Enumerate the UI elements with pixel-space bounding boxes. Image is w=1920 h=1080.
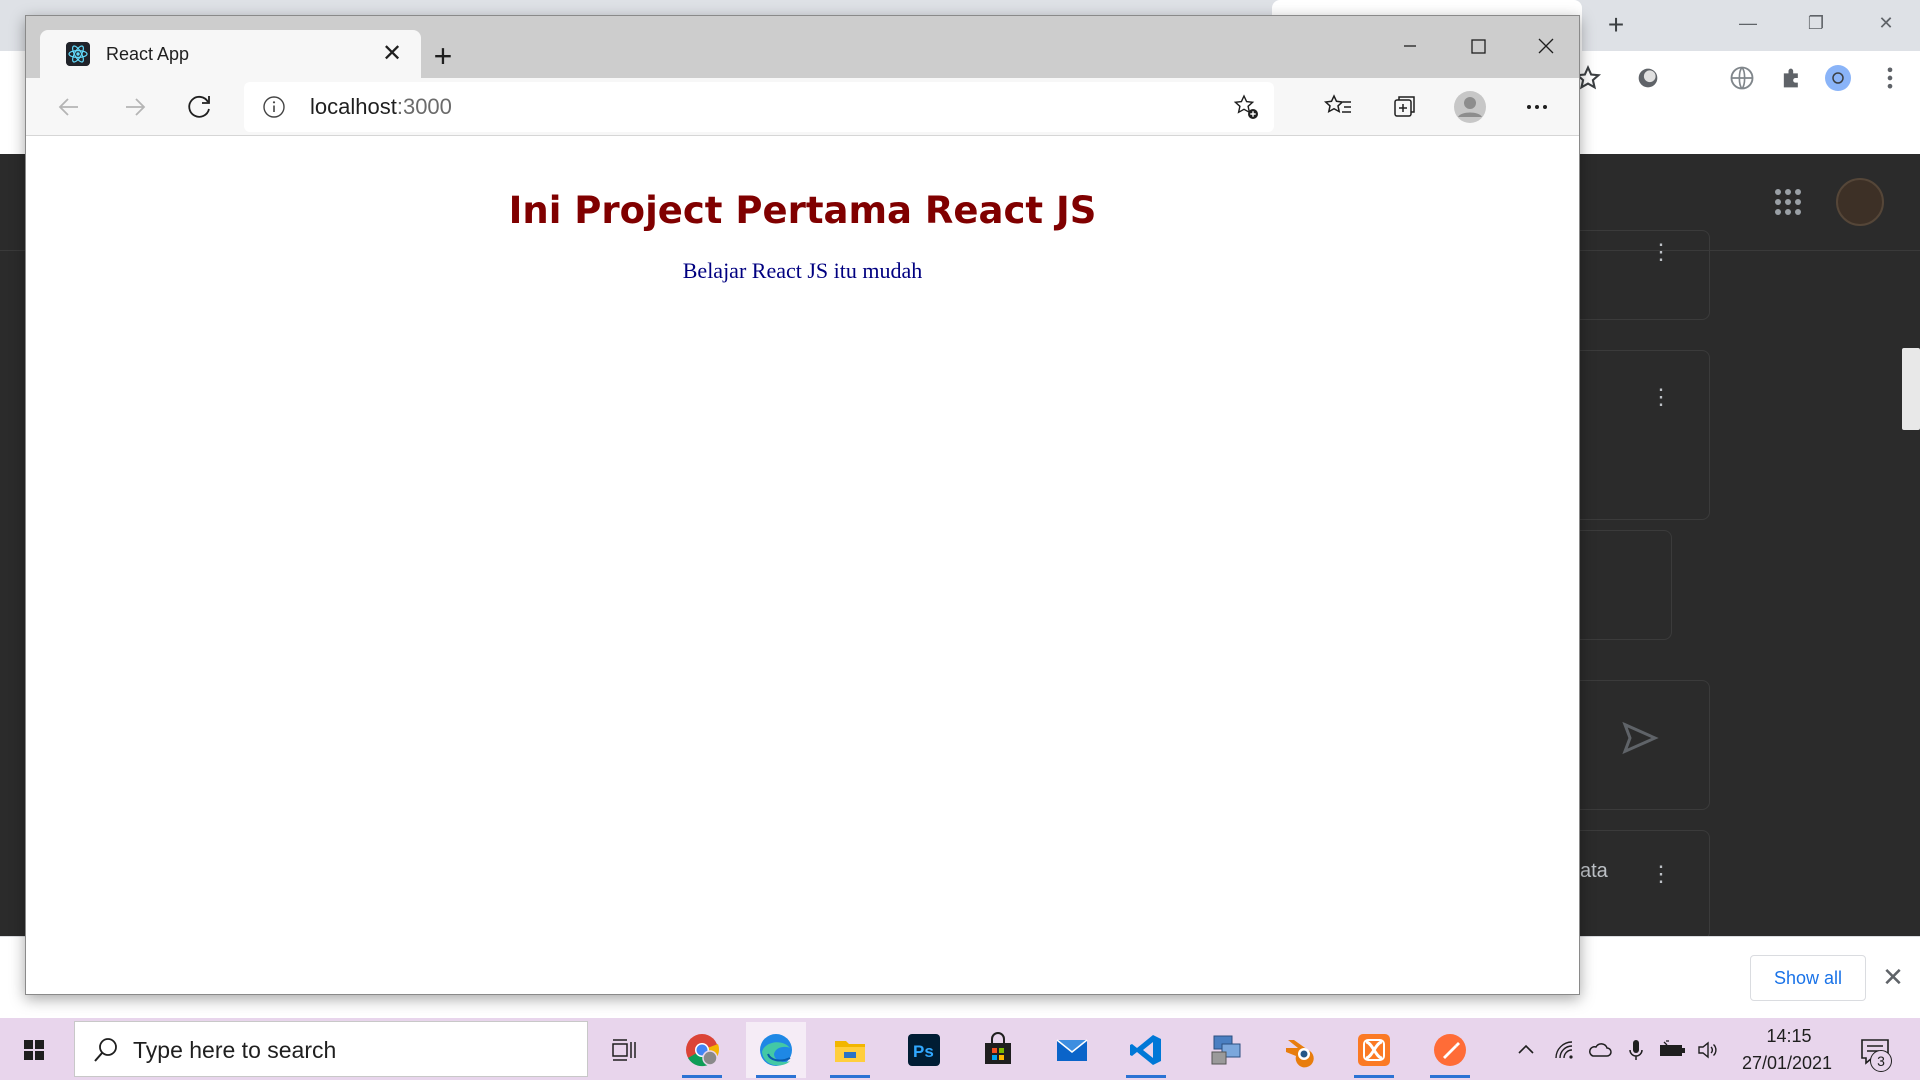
add-favorite-icon[interactable] [1232, 93, 1260, 121]
tab-title: React App [106, 44, 190, 64]
xampp-taskbar-button[interactable] [1344, 1022, 1404, 1078]
address-port: :3000 [396, 94, 452, 119]
clock-time[interactable]: 14:15 [1744, 1026, 1834, 1047]
notification-count-badge: 3 [1870, 1050, 1892, 1072]
edge-tab-react-app[interactable]: React App ✕ [40, 30, 421, 78]
address-bar[interactable]: localhost:3000 [244, 82, 1274, 132]
page-paragraph: Belajar React JS itu mudah [682, 258, 923, 283]
background-restore-icon[interactable]: ❐ [1796, 8, 1836, 38]
running-indicator [756, 1075, 796, 1078]
background-extension-circle-icon[interactable] [1634, 64, 1662, 92]
edge-taskbar-button[interactable] [746, 1022, 806, 1078]
wifi-icon[interactable] [1552, 1038, 1576, 1062]
maximize-icon[interactable] [1452, 24, 1504, 62]
more-options-icon[interactable] [1516, 86, 1558, 128]
background-scrollbar[interactable] [1902, 348, 1920, 430]
taskbar-search-box[interactable]: Type here to search [74, 1021, 588, 1077]
xampp-icon [1358, 1034, 1390, 1066]
background-new-tab-icon[interactable]: + [1602, 11, 1630, 40]
background-send-icon[interactable] [1620, 718, 1660, 758]
back-arrow-icon[interactable] [48, 86, 90, 128]
postman-icon [1434, 1034, 1466, 1066]
background-card [1560, 830, 1710, 940]
running-indicator [1126, 1075, 1166, 1078]
site-info-icon[interactable] [262, 95, 286, 119]
background-minimize-icon[interactable]: — [1728, 8, 1768, 38]
profile-avatar-icon[interactable] [1449, 86, 1491, 128]
blender-icon [1286, 1040, 1314, 1068]
photoshop-icon: Ps [908, 1034, 940, 1066]
background-card [1560, 350, 1710, 520]
edge-toolbar: localhost:3000 [26, 78, 1579, 136]
network-tool-taskbar-button[interactable] [1196, 1022, 1256, 1078]
edge-icon [760, 1034, 792, 1066]
favorites-icon[interactable] [1317, 86, 1359, 128]
background-avatar[interactable] [1836, 178, 1884, 226]
running-indicator [830, 1075, 870, 1078]
tab-close-icon[interactable]: ✕ [378, 40, 406, 68]
refresh-icon[interactable] [179, 86, 221, 128]
vscode-icon [1130, 1035, 1161, 1065]
background-kebab-icon[interactable]: ⋮ [1650, 241, 1672, 272]
clock-date[interactable]: 27/01/2021 [1732, 1053, 1842, 1074]
onedrive-icon[interactable] [1588, 1038, 1612, 1062]
background-menu-icon[interactable] [1876, 64, 1904, 92]
microsoft-store-taskbar-button[interactable] [968, 1022, 1028, 1078]
search-placeholder: Type here to search [133, 1037, 337, 1063]
battery-icon[interactable] [1658, 1038, 1686, 1062]
chrome-taskbar-button[interactable] [672, 1022, 732, 1078]
react-logo-icon [66, 42, 90, 66]
minimize-icon[interactable] [1384, 24, 1436, 62]
background-globe-icon[interactable] [1728, 64, 1756, 92]
background-close-icon[interactable]: ✕ [1866, 8, 1906, 38]
show-hidden-icons-chevron-icon[interactable] [1514, 1038, 1538, 1062]
download-shelf-close-icon[interactable]: ✕ [1880, 962, 1906, 992]
background-kebab-icon[interactable]: ⋮ [1650, 386, 1672, 417]
file-explorer-icon [835, 1041, 865, 1062]
postman-taskbar-button[interactable] [1420, 1022, 1480, 1078]
address-url[interactable]: localhost:3000 [310, 94, 452, 120]
mail-icon [1056, 1039, 1088, 1061]
svg-text:Ps: Ps [913, 1042, 934, 1061]
mail-taskbar-button[interactable] [1042, 1022, 1102, 1078]
running-indicator [682, 1075, 722, 1078]
file-explorer-taskbar-button[interactable] [820, 1022, 880, 1078]
edge-tab-strip: React App ✕ + [26, 16, 1579, 78]
vscode-taskbar-button[interactable] [1116, 1022, 1176, 1078]
windows-taskbar: Type here to search Ps 14:15 27/01/2021 … [0, 1018, 1920, 1080]
address-host: localhost [310, 94, 397, 119]
window-close-icon[interactable] [1520, 24, 1572, 62]
background-apps-grid-icon[interactable] [1775, 189, 1801, 215]
search-icon [94, 1038, 117, 1062]
running-indicator [1430, 1075, 1470, 1078]
new-tab-icon[interactable]: + [426, 40, 460, 74]
page-heading: Ini Project Pertama React JS [508, 189, 1097, 232]
task-view-icon[interactable] [610, 1036, 638, 1064]
collections-icon[interactable] [1383, 86, 1425, 128]
windows-start-icon[interactable] [12, 1032, 56, 1068]
volume-icon[interactable] [1696, 1038, 1720, 1062]
background-card [1560, 230, 1710, 320]
page-content: Ini Project Pertama React JS Belajar Rea… [26, 137, 1579, 994]
running-indicator [1354, 1075, 1394, 1078]
chrome-icon [686, 1034, 720, 1067]
edge-browser-window: React App ✕ + localhost:3000 Ini Project… [25, 15, 1580, 995]
forward-arrow-icon[interactable] [114, 86, 156, 128]
photoshop-taskbar-button[interactable]: Ps [894, 1022, 954, 1078]
microphone-icon[interactable] [1624, 1038, 1648, 1062]
network-tool-icon [1211, 1035, 1241, 1065]
microsoft-store-icon [985, 1032, 1011, 1064]
background-puzzle-icon[interactable] [1778, 64, 1806, 92]
background-profile-icon[interactable] [1824, 64, 1852, 92]
blender-taskbar-button[interactable] [1270, 1022, 1330, 1078]
background-kebab-icon[interactable]: ⋮ [1650, 863, 1672, 894]
background-partial-text: ata [1580, 860, 1608, 882]
show-all-button[interactable]: Show all [1750, 955, 1866, 1001]
